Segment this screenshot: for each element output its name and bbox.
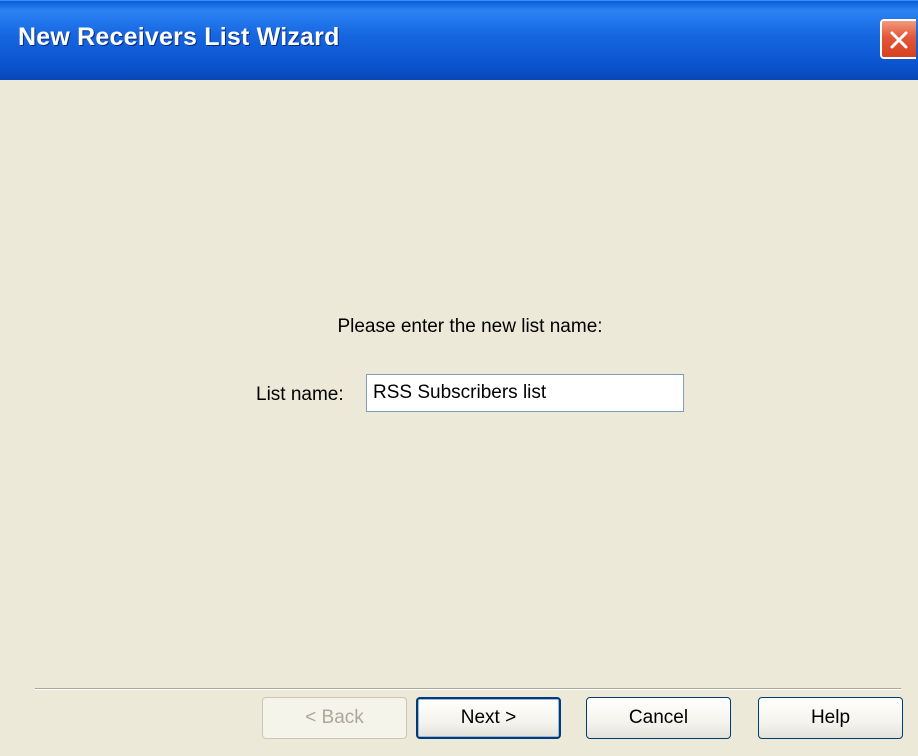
help-button[interactable]: Help xyxy=(758,697,903,739)
back-button[interactable]: < Back xyxy=(262,697,407,739)
separator-line xyxy=(35,688,901,690)
list-name-label: List name: xyxy=(256,384,344,405)
close-button[interactable] xyxy=(880,19,916,59)
list-name-input[interactable] xyxy=(366,374,684,412)
title-bar[interactable]: New Receivers List Wizard xyxy=(0,0,918,80)
cancel-button[interactable]: Cancel xyxy=(586,697,731,739)
wizard-window: New Receivers List Wizard Please enter t… xyxy=(0,0,918,756)
window-title: New Receivers List Wizard xyxy=(18,23,340,51)
next-button[interactable]: Next > xyxy=(416,697,561,739)
instruction-text: Please enter the new list name: xyxy=(337,316,603,337)
wizard-body xyxy=(0,80,918,756)
